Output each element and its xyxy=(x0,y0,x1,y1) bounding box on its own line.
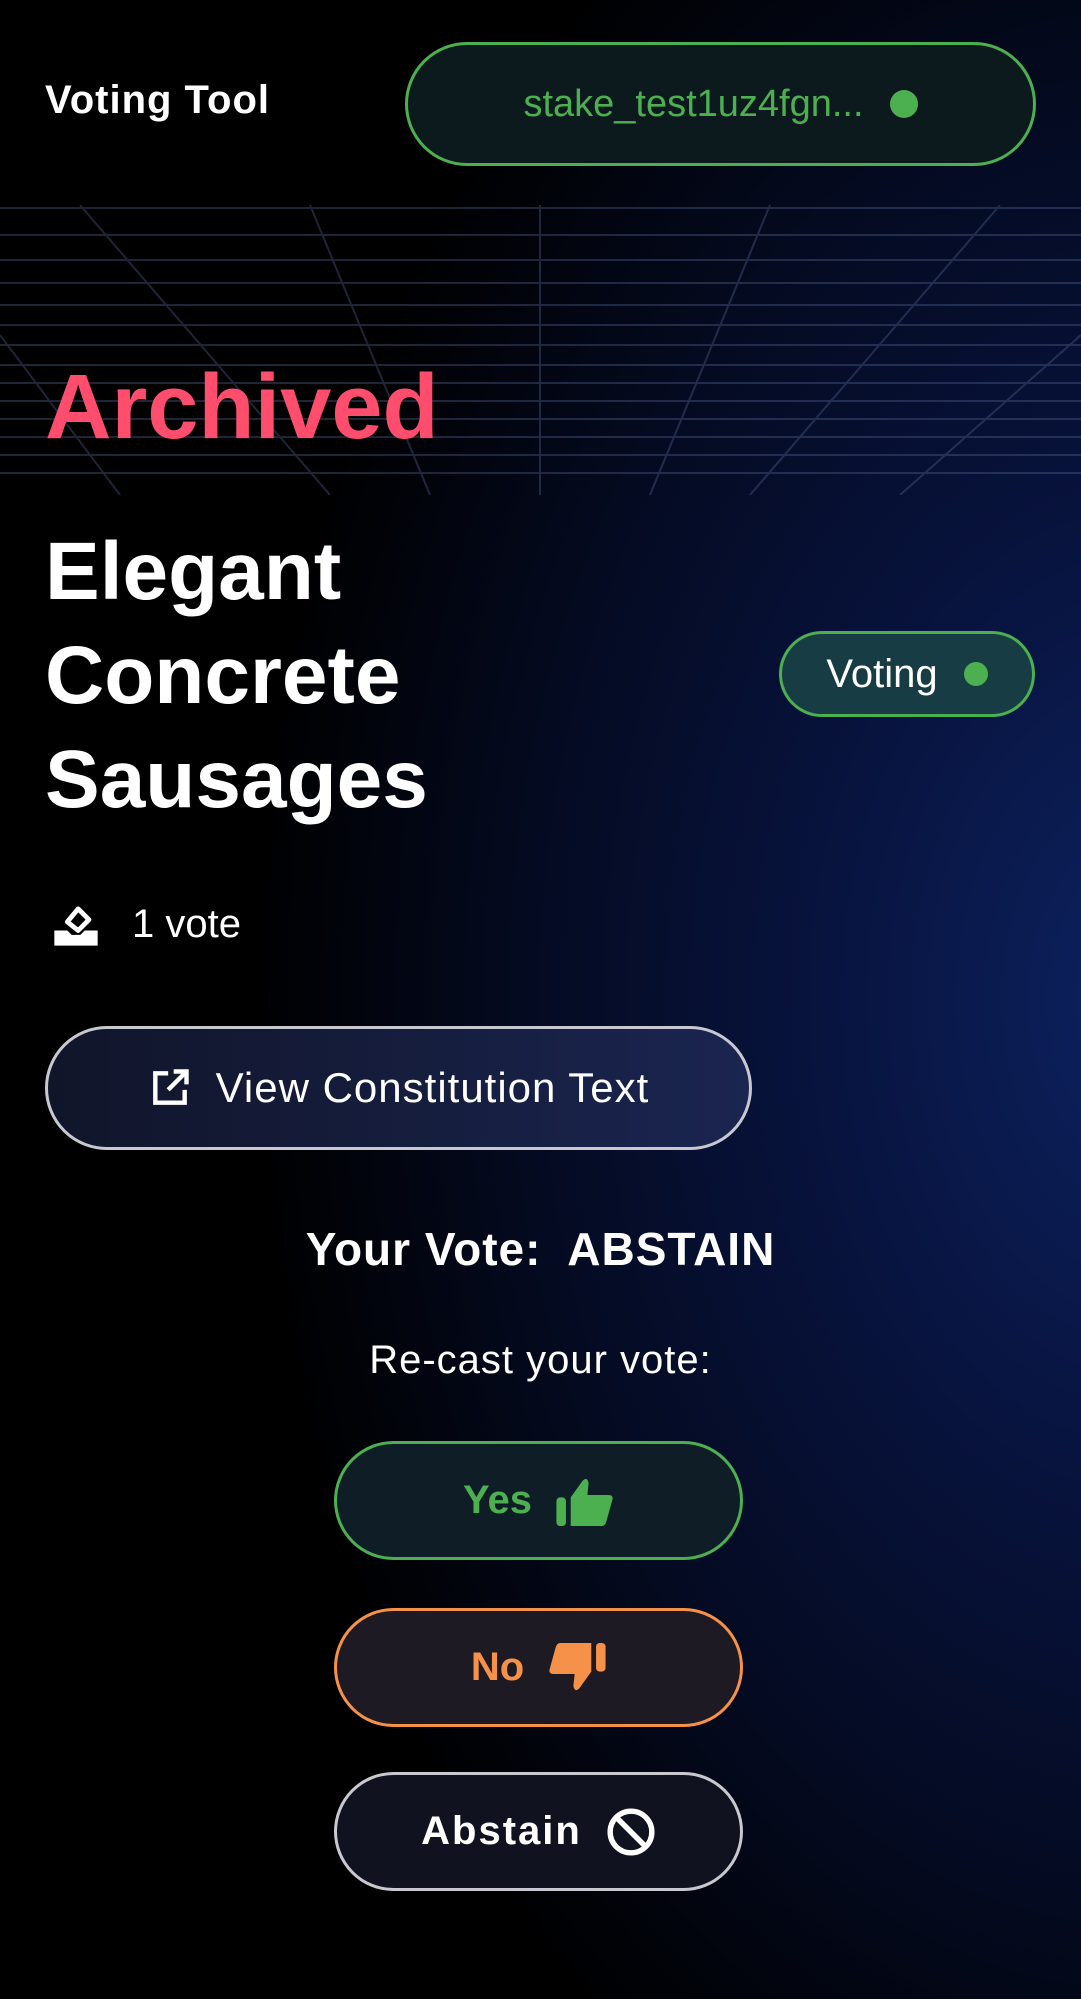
thumbs-up-icon xyxy=(556,1478,613,1526)
phase-status-dot xyxy=(963,662,988,686)
wallet-button[interactable]: stake_test1uz4fgn... xyxy=(405,42,1036,166)
proposal-title: Elegant Concrete Sausages xyxy=(45,526,428,825)
vote-count-label: 1 vote xyxy=(132,901,241,946)
ballot-box-icon xyxy=(54,906,98,946)
thumbs-down-icon xyxy=(549,1642,606,1690)
vote-count: 1 vote xyxy=(50,898,241,950)
phase-badge-label: Voting xyxy=(826,651,938,696)
app-title: Voting Tool xyxy=(45,78,271,122)
phase-badge: Voting xyxy=(779,631,1035,717)
your-vote: Your Vote: ABSTAIN xyxy=(0,1222,1081,1276)
wallet-address: stake_test1uz4fgn... xyxy=(523,82,864,125)
ban-icon xyxy=(607,1807,655,1856)
your-vote-value: ABSTAIN xyxy=(567,1223,776,1275)
external-link-icon xyxy=(152,1069,189,1105)
view-constitution-button[interactable]: View Constitution Text xyxy=(45,1026,752,1150)
vote-abstain-button[interactable]: Abstain xyxy=(334,1772,743,1891)
status-archived: Archived xyxy=(45,356,439,458)
vote-abstain-label: Abstain xyxy=(421,1809,582,1853)
connected-status-dot xyxy=(889,90,918,118)
vote-no-label: No xyxy=(470,1645,525,1689)
vote-yes-label: Yes xyxy=(463,1478,532,1522)
view-constitution-label: View Constitution Text xyxy=(215,1064,650,1111)
vote-yes-button[interactable]: Yes xyxy=(334,1441,743,1560)
your-vote-label: Your Vote: xyxy=(305,1223,542,1275)
vote-no-button[interactable]: No xyxy=(334,1608,743,1727)
recast-label: Re-cast your vote: xyxy=(369,1338,712,1382)
